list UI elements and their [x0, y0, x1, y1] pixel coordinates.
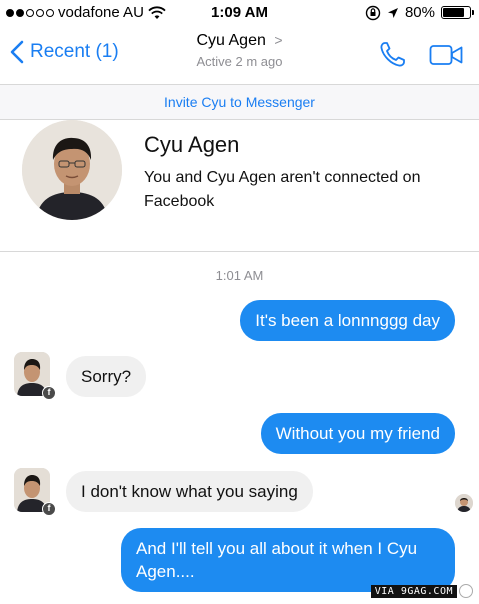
nav-bar: Recent (1) Cyu Agen > Active 2 m ago [0, 26, 479, 84]
facebook-badge-icon: f [42, 502, 56, 516]
message-bubble-outgoing[interactable]: Without you my friend [260, 413, 455, 454]
delivered-indicator-icon [459, 584, 473, 598]
battery-percent: 80% [404, 4, 435, 21]
phone-icon[interactable] [377, 40, 407, 70]
contact-name: Cyu Agen [196, 32, 266, 49]
battery-level [443, 8, 464, 17]
watermark: VIA 9GAG.COM [370, 585, 457, 598]
active-status: Active 2 m ago [196, 54, 283, 69]
status-right: 80% [365, 4, 474, 21]
profile-name: Cyu Agen [144, 132, 240, 157]
profile-header: Cyu Agen You and Cyu Agen aren't connect… [0, 120, 479, 252]
battery-icon [441, 6, 474, 19]
message-bubble-incoming[interactable]: Sorry? [66, 356, 147, 397]
message-bubble-outgoing[interactable]: It's been a lonnnggg day [240, 300, 455, 341]
connection-note: You and Cyu Agen aren't connected on Fac… [144, 169, 421, 210]
message-timestamp: 1:01 AM [215, 268, 264, 283]
seen-avatar [455, 494, 473, 512]
invite-banner[interactable]: Invite Cyu to Messenger [0, 84, 479, 120]
facebook-badge-icon: f [42, 386, 56, 400]
message-bubble-outgoing[interactable]: And I'll tell you all about it when I Cy… [121, 528, 455, 592]
lock-rotation-icon [365, 5, 381, 20]
location-arrow-icon [387, 7, 398, 18]
conversation-title[interactable]: Cyu Agen > Active 2 m ago [0, 32, 479, 69]
video-camera-icon[interactable] [429, 43, 463, 67]
chevron-right-icon: > [274, 32, 283, 48]
status-bar: vodafone AU 1:09 AM 80% [0, 0, 479, 26]
profile-avatar[interactable] [22, 120, 122, 220]
message-bubble-incoming[interactable]: I don't know what you saying [66, 471, 313, 512]
